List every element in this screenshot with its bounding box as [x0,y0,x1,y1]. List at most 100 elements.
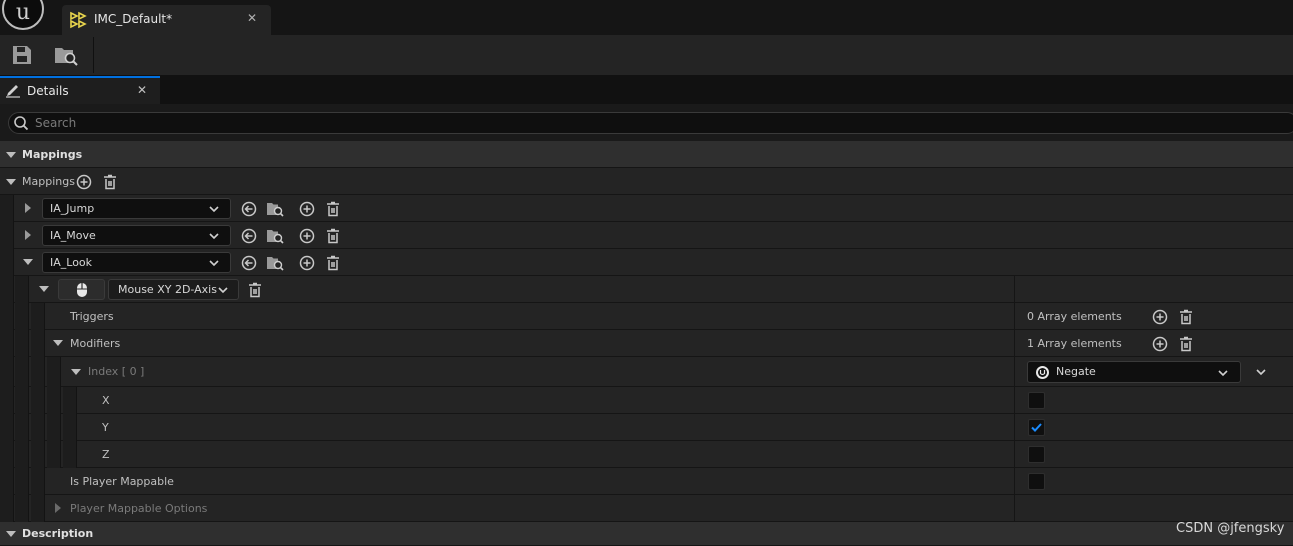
delete-mapping-icon[interactable] [324,227,342,245]
indent-guide [63,387,77,414]
details-tab[interactable]: Details ✕ [0,76,160,104]
action-mapping-row: IA_Move [0,222,1293,249]
index-label: Index [ 0 ] [88,365,145,378]
use-selected-icon[interactable] [240,227,258,245]
axis-z-checkbox[interactable] [1028,446,1045,463]
action-select-value: IA_Move [50,229,96,242]
key-select[interactable]: Mouse XY 2D-Axis [108,279,239,300]
column-divider [1014,495,1015,522]
use-selected-icon[interactable] [240,254,258,272]
category-label: Mappings [22,148,83,161]
player-mappable-checkbox[interactable] [1028,473,1045,490]
browse-asset-icon[interactable] [266,254,284,272]
add-key-icon[interactable] [298,200,316,218]
modifiers-row: Modifiers 1 Array elements [0,330,1293,357]
triggers-count: 0 Array elements [1027,310,1122,323]
indent-guide [0,222,14,249]
action-select[interactable]: IA_Look [42,252,231,273]
indent-guide [31,357,45,387]
indent-guide [15,357,29,387]
mappings-array-row: Mappings [0,168,1293,195]
indent-guide [47,387,61,414]
axis-label: X [102,394,110,407]
indent-guide [0,195,14,222]
axis-y-checkbox[interactable] [1028,419,1045,436]
browse-asset-icon[interactable] [266,200,284,218]
search-bar[interactable] [8,112,1293,134]
collapse-arrow-icon[interactable] [71,369,81,375]
indent-guide [31,303,45,330]
key-mapping-row: Mouse XY 2D-Axis [0,276,1293,303]
expand-arrow-icon[interactable] [25,230,31,240]
player-mappable-label: Is Player Mappable [70,475,174,488]
delete-mapping-icon[interactable] [324,254,342,272]
action-mapping-row: IA_Jump [0,195,1293,222]
mappings-array-label: Mappings [22,175,75,188]
search-input[interactable] [35,114,635,132]
collapse-arrow-icon[interactable] [53,340,63,346]
collapse-arrow-icon[interactable] [39,286,49,292]
axis-label: Z [102,448,110,461]
expand-arrow-icon[interactable] [55,503,61,513]
delete-all-icon[interactable] [1177,308,1195,326]
category-description[interactable]: Description [0,522,1293,546]
key-capture-button[interactable] [58,279,105,300]
indent-guide [31,441,45,468]
close-tab-icon[interactable]: ✕ [247,11,257,25]
player-mappable-options-row: Player Mappable Options [0,495,1293,522]
browse-to-asset-icon[interactable] [53,43,79,67]
unreal-class-icon [1036,366,1049,379]
chevron-down-icon [218,287,228,294]
expand-arrow-icon[interactable] [25,203,31,213]
browse-asset-icon[interactable] [266,227,284,245]
axis-x-row: X [0,387,1293,414]
column-divider [1014,276,1015,303]
add-key-icon[interactable] [298,227,316,245]
collapse-arrow-icon[interactable] [23,259,33,265]
use-selected-icon[interactable] [240,200,258,218]
collapse-arrow-icon[interactable] [6,152,16,158]
axis-x-checkbox[interactable] [1028,392,1045,409]
save-icon[interactable] [9,43,35,67]
category-label: Description [22,527,94,540]
column-divider [1014,357,1015,387]
delete-all-icon[interactable] [1177,335,1195,353]
indent-guide [0,249,14,276]
input-mapping-context-icon [70,11,87,29]
indent-guide [63,414,77,441]
document-tab[interactable]: IMC_Default* ✕ [62,5,271,35]
action-select[interactable]: IA_Jump [42,198,231,219]
player-mappable-options-label: Player Mappable Options [70,502,208,515]
search-icon [14,116,29,131]
category-mappings[interactable]: Mappings [0,141,1293,168]
modifier-class-select[interactable]: Negate [1027,361,1241,383]
checkmark-icon [1031,423,1042,432]
indent-guide [47,414,61,441]
indent-guide [0,414,14,441]
action-select[interactable]: IA_Move [42,225,231,246]
collapse-arrow-icon[interactable] [6,531,16,537]
column-divider [1014,441,1015,468]
delete-mapping-icon[interactable] [324,200,342,218]
add-element-icon[interactable] [1151,335,1169,353]
collapse-arrow-icon[interactable] [6,179,16,185]
indent-guide [31,387,45,414]
indent-guide [0,441,14,468]
delete-all-icon[interactable] [101,173,119,191]
add-key-icon[interactable] [298,254,316,272]
indent-guide [15,330,29,357]
close-panel-icon[interactable]: ✕ [137,83,147,97]
add-element-icon[interactable] [75,173,93,191]
indent-guide [15,468,29,495]
indent-guide [0,387,14,414]
indent-guide [63,441,77,468]
action-select-value: IA_Look [50,256,93,269]
indent-guide [0,276,14,303]
indent-guide [0,468,14,495]
element-options-chevron-icon[interactable] [1255,366,1267,378]
delete-key-icon[interactable] [246,281,264,299]
details-tab-label: Details [27,84,69,98]
axis-z-row: Z [0,441,1293,468]
indent-guide [31,468,45,495]
add-element-icon[interactable] [1151,308,1169,326]
